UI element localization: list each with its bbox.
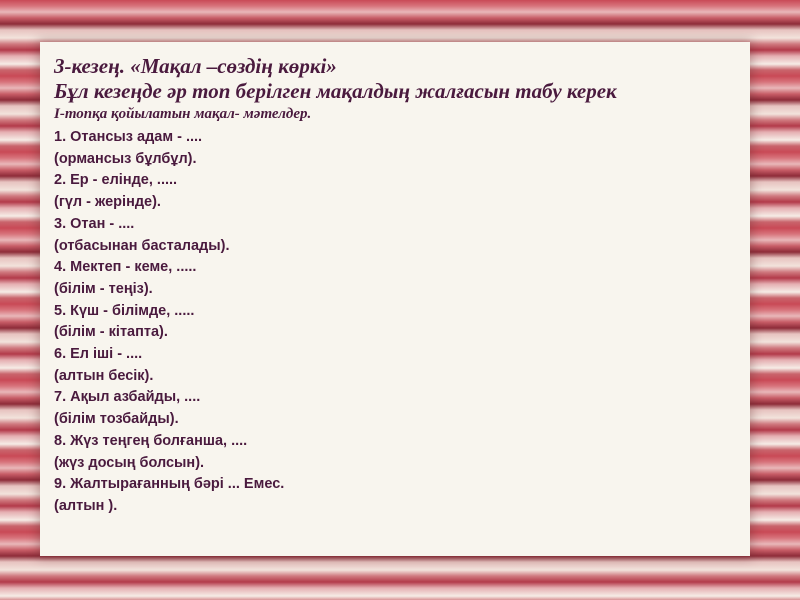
proverb-line: 3. Отан - .... — [54, 215, 135, 232]
proverb-line: 5. Күш - білімде, ..... — [54, 302, 195, 319]
proverb-line: 2. Ер - елінде, ..... — [54, 172, 178, 189]
proverb-line: 4. Мектеп - кеме, ..... — [54, 259, 197, 276]
slide-title-line-2: Бұл кезеңде әр топ берілген мақалдың жал… — [54, 79, 617, 103]
slide-content-panel: 3-кезең. «Мақал –сөздің көркі» Бұл кезең… — [40, 42, 750, 556]
proverb-answer: (білім - кітапта). — [54, 324, 168, 341]
proverb-line: 8. Жүз теңгең болғанша, .... — [54, 432, 248, 449]
proverb-answer: (гүл - жерінде). — [54, 194, 161, 211]
proverb-answer: (білім - теңіз). — [54, 280, 153, 297]
proverb-line: 9. Жалтырағанның бәрі ... Емес. — [54, 476, 285, 493]
proverb-line: 7. Ақыл азбайды, .... — [54, 389, 201, 406]
proverb-answer: (алтын бесік). — [54, 367, 154, 384]
proverb-line: 1. Отансыз адам - .... — [54, 129, 203, 145]
proverb-line: 6. Ел іші - .... — [54, 346, 143, 363]
proverb-answer: (отбасынан басталады). — [54, 237, 230, 254]
slide-subtitle: І-топқа қойылатын мақал- мәтелдер. — [54, 106, 312, 122]
proverb-answer: (алтын ). — [54, 497, 118, 514]
slide-title-line-1: 3-кезең. «Мақал –сөздің көркі» — [54, 54, 337, 78]
proverb-list: 1. Отансыз адам - .... (ормансыз бұлбұл)… — [54, 127, 738, 518]
proverb-answer: (жүз досың болсын). — [54, 454, 205, 471]
proverb-answer: (ормансыз бұлбұл). — [54, 150, 197, 167]
proverb-answer: (білім тозбайды). — [54, 411, 179, 428]
